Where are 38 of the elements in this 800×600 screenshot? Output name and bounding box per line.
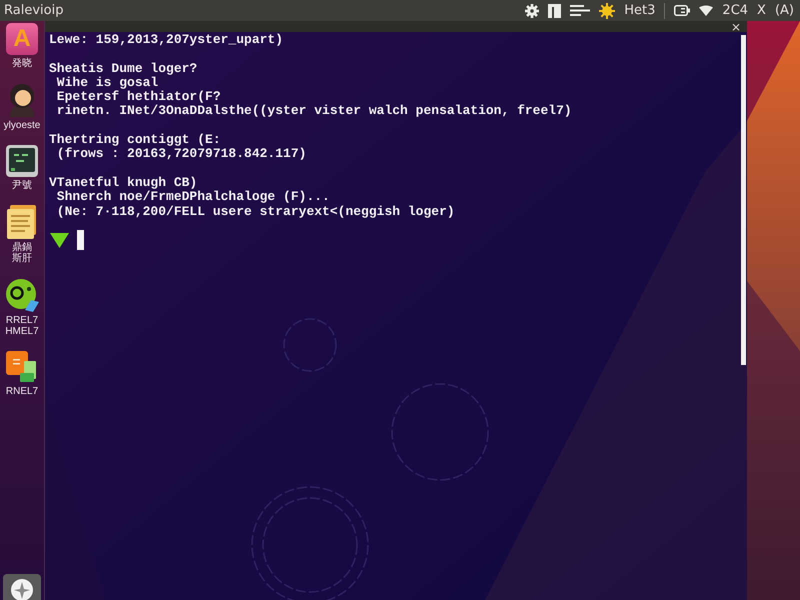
terminal-line: (frows : 20163,72079718.842.117) — [56, 147, 306, 162]
indicator-text[interactable]: Het3 — [624, 4, 656, 17]
indicator-text[interactable]: (A) — [774, 4, 794, 17]
ball-with-eye-icon[interactable] — [5, 278, 39, 312]
close-button[interactable]: × — [730, 20, 741, 32]
terminal-line: (Ne: 7·118,200/FELL usere straryext<(neggish loger) — [56, 204, 455, 219]
terminal-line: Epetersf hethiator(F? — [56, 90, 221, 104]
launcher-label: RNEL7 — [6, 386, 38, 397]
terminal-line: rinetn. INet/3OnaDDalsthe((yster vister walch pensalation, freel7) — [56, 104, 572, 119]
wifi-icon[interactable] — [699, 5, 714, 16]
launcher-label: RREL7 — [6, 315, 38, 326]
document-icon[interactable] — [548, 4, 562, 18]
terminal-line: Thertring contiggt (E: — [49, 133, 221, 148]
launcher-label: HMEL7 — [5, 326, 39, 337]
scrollbar-thumb[interactable] — [741, 35, 746, 365]
window-title: Ralevioip — [4, 4, 64, 17]
text-cursor — [77, 230, 84, 250]
launcher-label: 尹號 — [12, 180, 32, 191]
terminal-line: Sheatis Dume loger? — [49, 62, 198, 76]
dash-button[interactable] — [3, 574, 41, 600]
battery-icon[interactable] — [674, 5, 690, 16]
app-tiles-icon[interactable] — [6, 351, 38, 383]
indicator-text[interactable]: X — [757, 4, 766, 17]
terminal-line: VTanetful knugh CB) — [49, 176, 198, 190]
launcher-label: 斯肝 — [12, 253, 32, 264]
document-stack-icon[interactable] — [6, 205, 38, 239]
launcher-label: 発晓 — [12, 58, 32, 69]
prompt-triangle-icon — [50, 232, 69, 248]
indicator-text[interactable]: 2C4 — [722, 4, 748, 17]
terminal-line: Shnerch noe/FrmeDPhalchaloge (F)... — [56, 190, 330, 205]
settings-icon[interactable] — [525, 4, 540, 18]
sun-icon[interactable] — [599, 2, 616, 18]
terminal-line: Wihe is gosal — [56, 76, 158, 90]
terminal-line: Lewe: 159,2013,207yster_upart) — [49, 33, 284, 48]
launcher-label: 鼎鍋 — [12, 242, 32, 253]
terminal-icon[interactable] — [6, 145, 38, 177]
launcher-label: ylyoeste — [4, 120, 40, 131]
lines-icon[interactable] — [570, 5, 590, 16]
